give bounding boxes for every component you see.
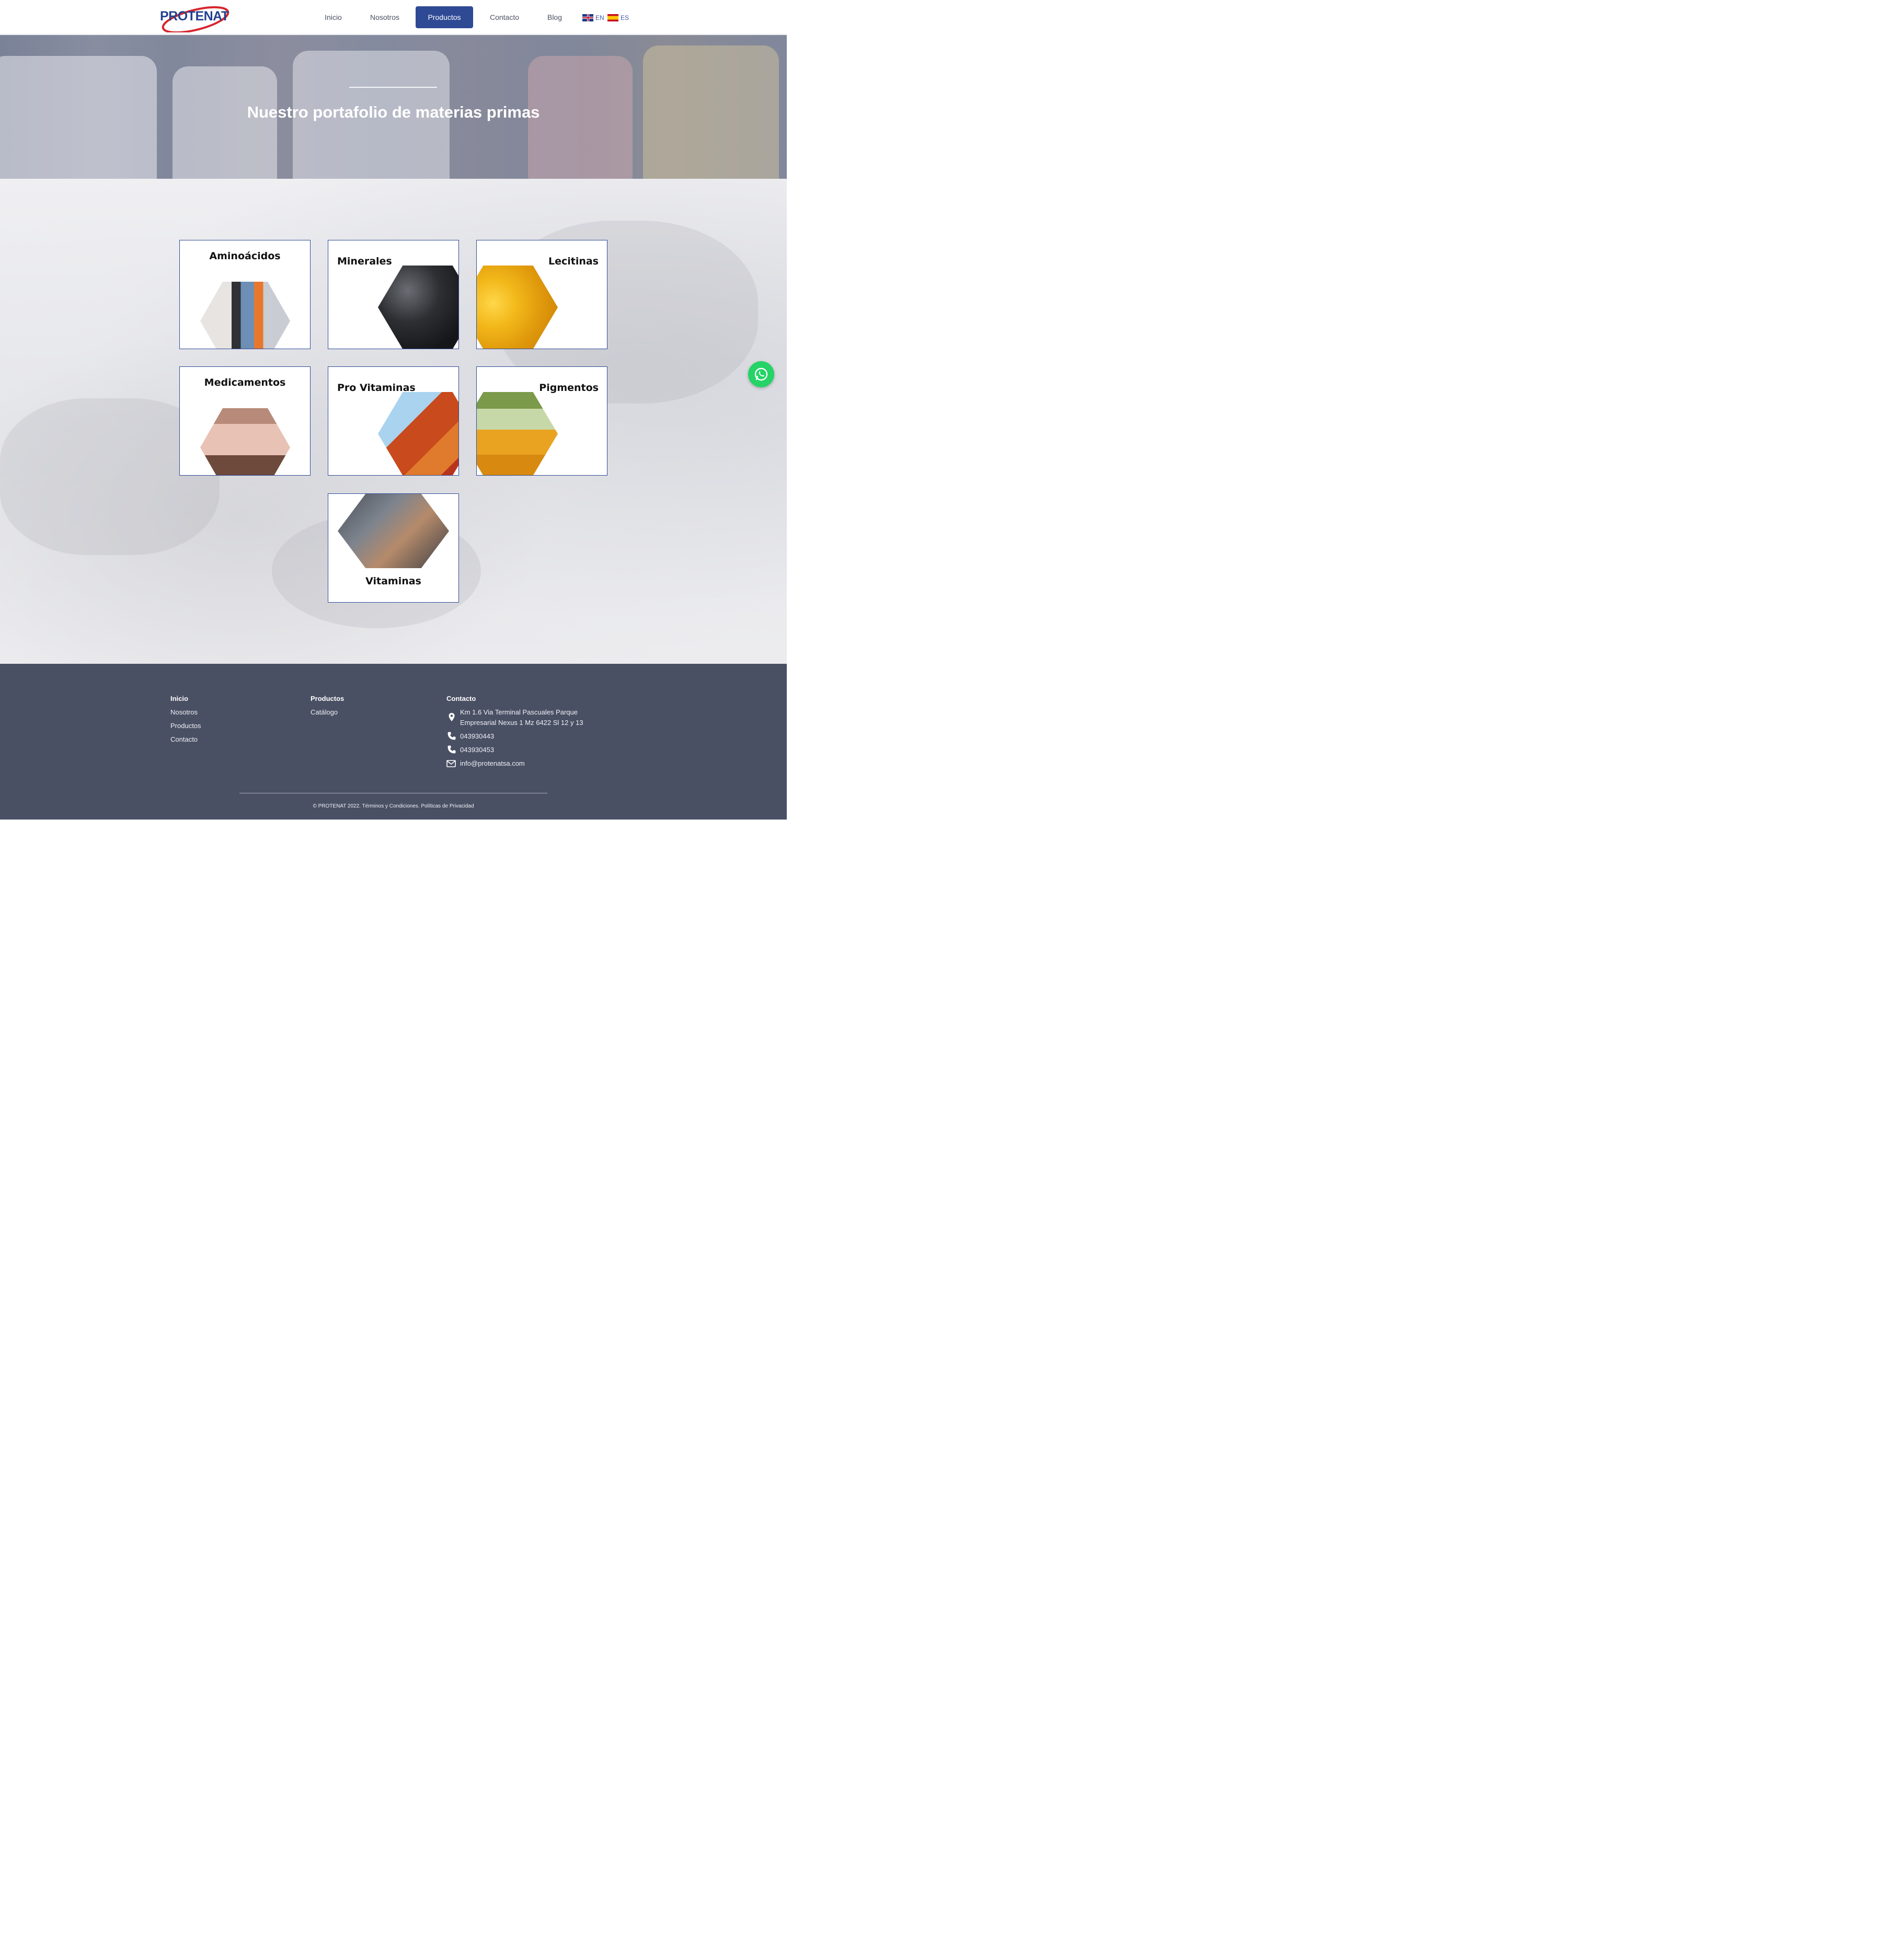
- footer-link-productos[interactable]: Productos: [170, 722, 201, 730]
- address-line-1: Km 1.6 Via Terminal Pascuales Parque: [460, 708, 578, 716]
- phone-icon: [447, 732, 456, 740]
- lang-en[interactable]: EN: [582, 14, 604, 22]
- product-card-vitaminas[interactable]: Vitaminas: [328, 493, 459, 603]
- products-section: Aminoácidos Minerales Lecitinas Medicame…: [0, 179, 787, 664]
- hero-banner: Nuestro portafolio de materias primas: [0, 35, 787, 179]
- copyright-text: © PROTENAT 2022. Términos y Condiciones.…: [313, 803, 474, 809]
- footer-link-contacto[interactable]: Contacto: [170, 735, 198, 743]
- product-card-lecitinas[interactable]: Lecitinas: [476, 240, 607, 349]
- footer-link-catalogo[interactable]: Catálogo: [311, 708, 338, 716]
- oil-bubbles-image: [477, 266, 558, 349]
- mineral-rocks-image: [378, 266, 458, 349]
- product-title: Pigmentos: [539, 382, 599, 394]
- product-card-pigmentos[interactable]: Pigmentos: [476, 366, 607, 476]
- forklift-warehouse-image: [200, 282, 290, 349]
- main-nav: Inicio Nosotros Productos Contacto Blog: [0, 6, 787, 28]
- nav-inicio[interactable]: Inicio: [317, 6, 350, 28]
- uk-flag-icon: [582, 14, 593, 21]
- phone-1[interactable]: 043930443: [460, 731, 494, 742]
- product-title: Vitaminas: [365, 575, 421, 587]
- lang-en-label: EN: [595, 14, 604, 21]
- lang-es[interactable]: ES: [607, 14, 629, 22]
- footer-inicio-title[interactable]: Inicio: [170, 695, 188, 702]
- product-title: Aminoácidos: [209, 250, 281, 262]
- email-link[interactable]: info@protenatsa.com: [460, 758, 525, 769]
- site-footer: Inicio Nosotros Productos Contacto Produ…: [0, 664, 787, 820]
- lang-es-label: ES: [621, 14, 629, 21]
- footer-link-nosotros[interactable]: Nosotros: [170, 708, 198, 716]
- product-title: Medicamentos: [204, 377, 286, 388]
- nav-productos[interactable]: Productos: [416, 6, 473, 28]
- pigment-powders-image: [477, 392, 558, 475]
- address-line-2: Empresarial Nexus 1 Mz 6422 Sl 12 y 13: [460, 719, 583, 727]
- phone-icon: [447, 745, 456, 754]
- nav-blog[interactable]: Blog: [540, 6, 569, 28]
- product-card-aminoacidos[interactable]: Aminoácidos: [179, 240, 311, 349]
- whatsapp-button[interactable]: [748, 361, 774, 387]
- site-header: PROTENAT Inicio Nosotros Productos Conta…: [0, 0, 787, 34]
- product-title: Lecitinas: [548, 256, 599, 267]
- footer-contacto-title: Contacto: [446, 695, 476, 702]
- nav-nosotros[interactable]: Nosotros: [363, 6, 407, 28]
- phone-2[interactable]: 043930453: [460, 745, 494, 755]
- product-title: Pro Vitaminas: [337, 382, 416, 394]
- footer-productos-title[interactable]: Productos: [311, 695, 344, 702]
- product-title: Minerales: [337, 256, 392, 267]
- spain-flag-icon: [607, 14, 618, 21]
- product-card-medicamentos[interactable]: Medicamentos: [179, 366, 311, 476]
- envelope-icon: [446, 760, 456, 767]
- nav-contacto[interactable]: Contacto: [482, 6, 527, 28]
- hero-divider: [349, 87, 437, 88]
- hero-bg-bag: [173, 66, 277, 179]
- page-title: Nuestro portafolio de materias primas: [247, 103, 540, 121]
- location-pin-icon: [449, 713, 455, 721]
- whatsapp-icon: [754, 367, 768, 381]
- product-card-pro-vitaminas[interactable]: Pro Vitaminas: [328, 366, 459, 476]
- product-card-minerales[interactable]: Minerales: [328, 240, 459, 349]
- hen-image: [378, 392, 458, 475]
- shrimp-image: [338, 494, 449, 568]
- pigs-image: [200, 408, 290, 475]
